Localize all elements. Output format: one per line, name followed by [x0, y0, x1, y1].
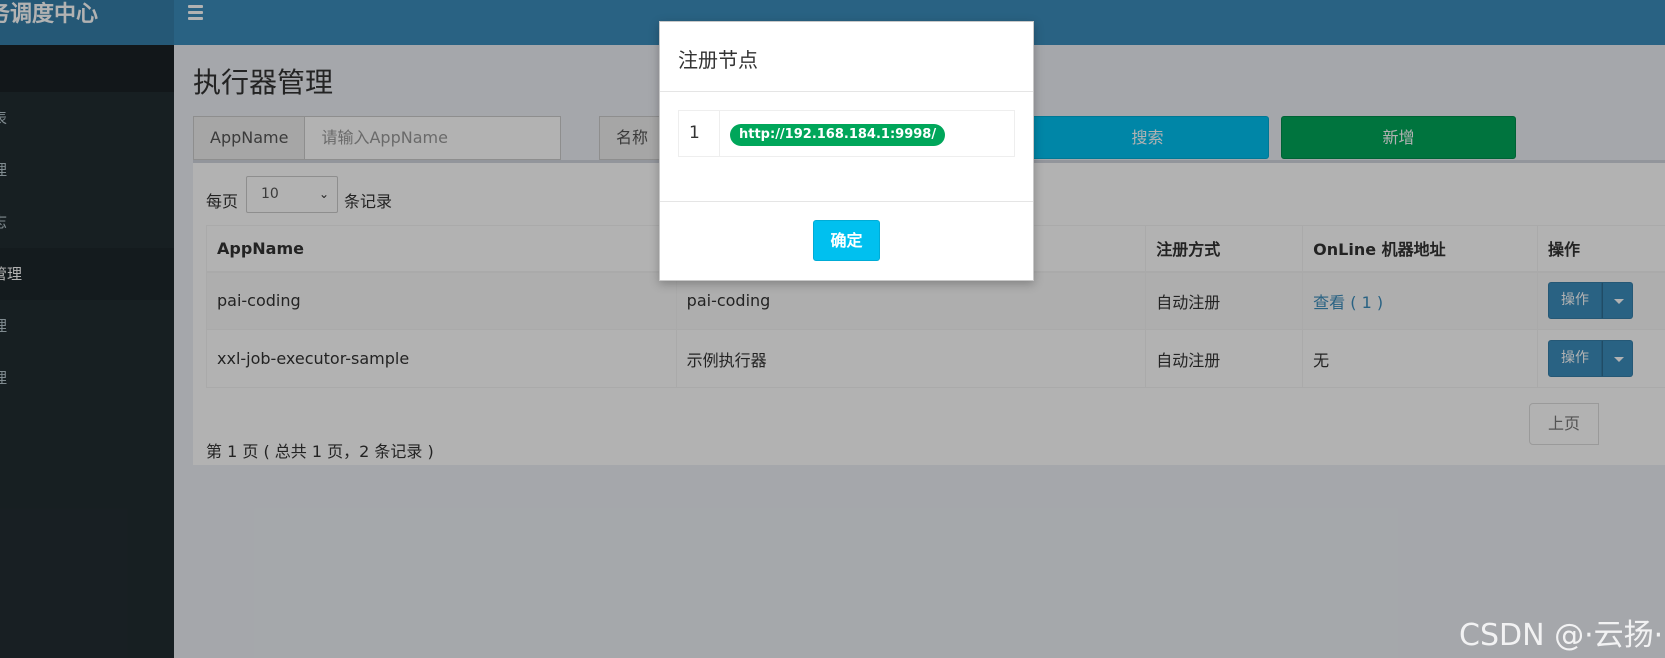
watermark: CSDN @·云扬· — [1459, 618, 1664, 653]
registry-nodes-modal: 注册节点 1 http://192.168.184.1:9998/ 确定 — [659, 21, 1034, 281]
node-address-badge: http://192.168.184.1:9998/ — [730, 124, 946, 146]
node-list: 1 http://192.168.184.1:9998/ — [678, 110, 1015, 157]
modal-divider — [660, 201, 1033, 202]
modal-divider — [660, 91, 1033, 92]
modal-title: 注册节点 — [678, 48, 758, 72]
node-index: 1 — [679, 111, 720, 156]
confirm-button[interactable]: 确定 — [813, 220, 880, 261]
